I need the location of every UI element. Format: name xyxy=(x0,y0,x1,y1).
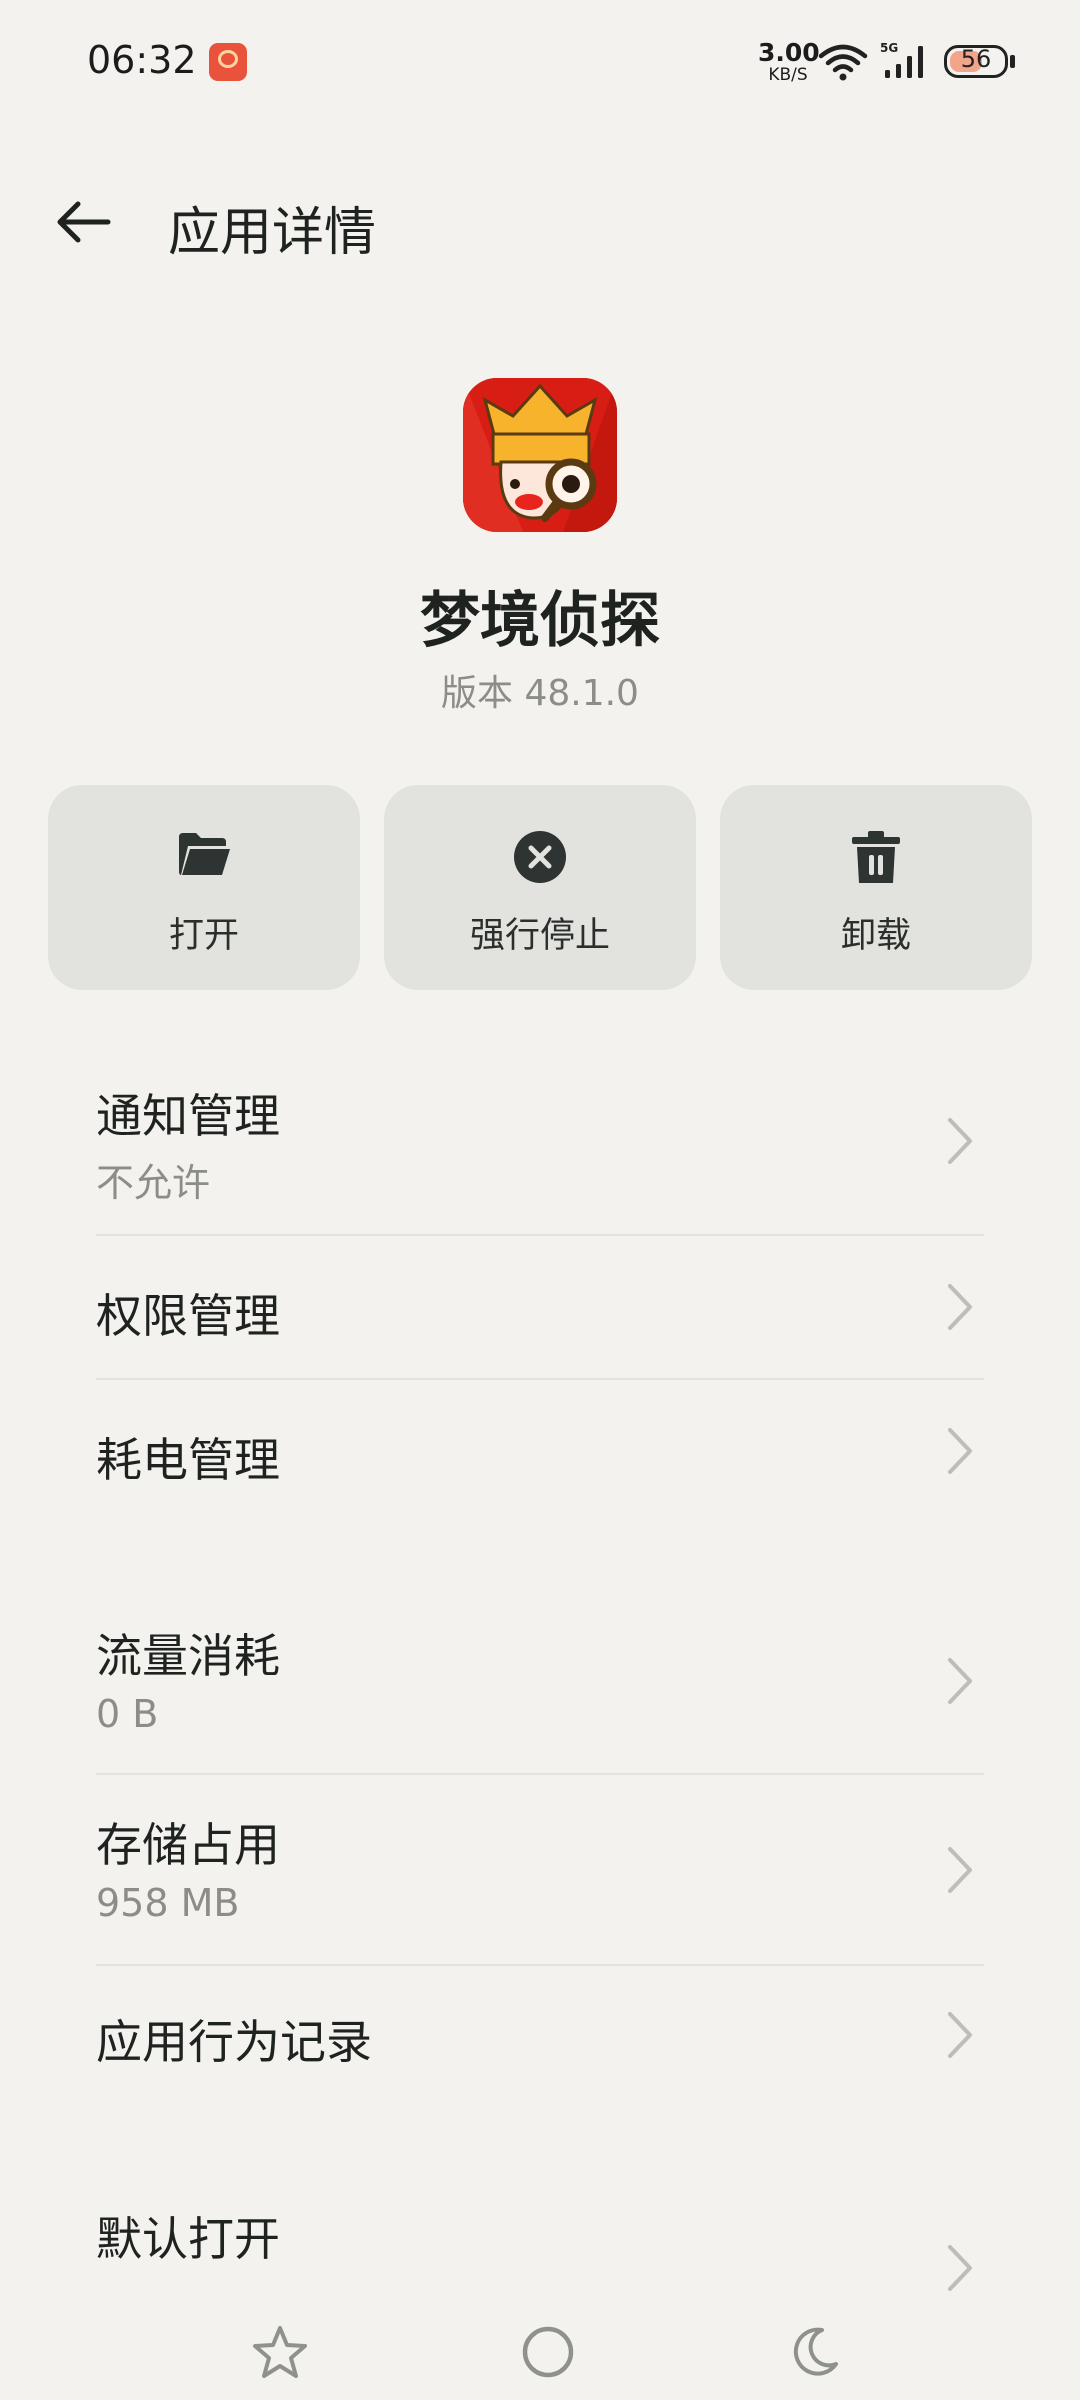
app-name: 梦境侦探 xyxy=(420,586,660,656)
item-title: 权限管理 xyxy=(96,1289,280,1343)
uninstall-label: 卸载 xyxy=(840,916,911,956)
item-subtitle: 不允许 xyxy=(96,1161,211,1205)
list-item-storage[interactable]: 存储占用 958 MB xyxy=(96,1777,984,1962)
battery-cap xyxy=(1010,55,1015,68)
force-stop-button[interactable]: 强行停止 xyxy=(384,785,696,990)
back-button[interactable] xyxy=(44,182,124,262)
divider xyxy=(96,1378,984,1380)
force-stop-icon xyxy=(514,831,566,883)
page-title: 应用详情 xyxy=(168,203,377,263)
open-button[interactable]: 打开 xyxy=(48,785,360,990)
home-circle-icon xyxy=(522,2326,574,2378)
network-type: 5G xyxy=(880,41,898,55)
chevron-right-icon xyxy=(948,2012,972,2058)
list-item-app-behavior-record[interactable]: 应用行为记录 xyxy=(96,1968,984,2108)
list-item-permission-management[interactable]: 权限管理 xyxy=(96,1238,984,1378)
network-speed: 3.00 KB/S xyxy=(758,38,820,85)
force-stop-label: 强行停止 xyxy=(469,916,610,956)
chevron-right-icon xyxy=(948,1847,972,1893)
status-bar: 06:32 3.00 KB/S 5G 56 xyxy=(0,0,1080,124)
home-button[interactable] xyxy=(516,2320,580,2384)
signal-icon: 5G xyxy=(880,41,923,78)
item-subtitle: 0 B xyxy=(96,1692,159,1736)
moon-icon xyxy=(793,2327,838,2376)
back-arrow-icon xyxy=(57,201,111,243)
list-item-data-usage[interactable]: 流量消耗 0 B xyxy=(96,1600,984,1770)
list-item-power-management[interactable]: 耗电管理 xyxy=(96,1382,984,1522)
item-title: 通知管理 xyxy=(96,1089,280,1143)
status-time: 06:32 xyxy=(87,38,197,82)
chevron-right-icon xyxy=(948,1658,972,1704)
navigation-bar xyxy=(0,2300,1080,2400)
chevron-right-icon xyxy=(948,2245,972,2291)
item-title: 默认打开 xyxy=(96,2212,280,2266)
network-speed-unit: KB/S xyxy=(768,65,808,85)
notification-app-icon xyxy=(209,43,247,81)
folder-open-icon xyxy=(179,833,230,875)
moon-button[interactable] xyxy=(782,2320,846,2384)
uninstall-button[interactable]: 卸载 xyxy=(720,785,1032,990)
app-version: 版本 48.1.0 xyxy=(441,673,639,714)
list-item-default-open[interactable]: 默认打开 xyxy=(96,2175,984,2295)
item-subtitle: 958 MB xyxy=(96,1881,240,1925)
chevron-right-icon xyxy=(948,1428,972,1474)
trash-icon xyxy=(852,831,900,883)
divider xyxy=(96,1234,984,1236)
wifi-icon xyxy=(818,44,868,81)
divider xyxy=(96,1773,984,1775)
star-icon xyxy=(253,2326,307,2378)
network-speed-value: 3.00 xyxy=(758,38,820,67)
open-label: 打开 xyxy=(168,916,239,956)
star-button[interactable] xyxy=(248,2320,312,2384)
app-icon xyxy=(463,378,617,532)
battery-icon: 56 xyxy=(944,45,1008,78)
battery-level: 56 xyxy=(960,45,992,73)
item-title: 应用行为记录 xyxy=(96,2015,372,2069)
action-buttons: 打开 强行停止 卸载 xyxy=(48,785,1032,990)
chevron-right-icon xyxy=(948,1118,972,1164)
header: 应用详情 xyxy=(0,160,1080,280)
divider xyxy=(96,1964,984,1966)
item-title: 存储占用 xyxy=(96,1818,280,1872)
item-title: 流量消耗 xyxy=(96,1629,280,1683)
chevron-right-icon xyxy=(948,1284,972,1330)
list-item-notification-management[interactable]: 通知管理 不允许 xyxy=(96,1060,984,1230)
item-title: 耗电管理 xyxy=(96,1433,280,1487)
